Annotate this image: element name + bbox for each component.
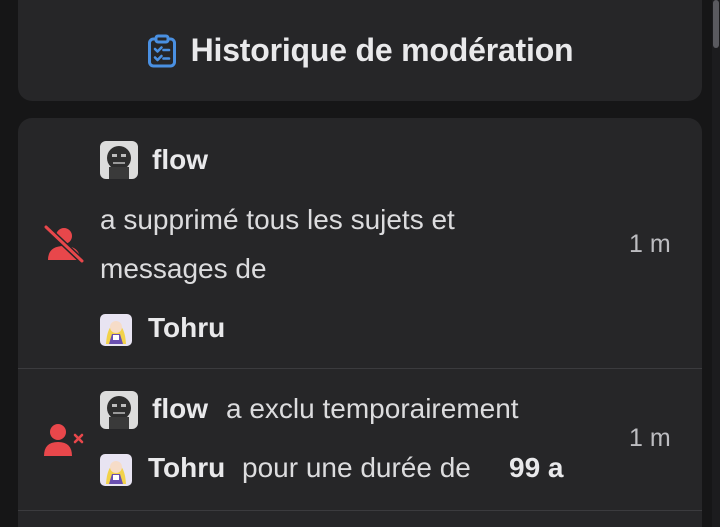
log-entry[interactable]: flow a exclu temporairement Tohru pour u…	[18, 369, 702, 510]
moderator-name[interactable]: flow	[152, 393, 208, 425]
clipboard-list-icon	[147, 34, 177, 68]
page-title: Historique de modération	[190, 32, 574, 68]
action-text: a exclu temporairement	[226, 393, 519, 424]
avatar[interactable]	[100, 314, 132, 346]
action-text: messages de	[100, 253, 267, 284]
target-user-name[interactable]: Tohru	[148, 312, 225, 344]
scrollbar-thumb[interactable]	[713, 0, 719, 48]
timestamp: 1 m	[629, 424, 671, 452]
duration-value: 99 a	[509, 452, 564, 483]
scrollbar[interactable]	[712, 0, 720, 527]
avatar[interactable]	[100, 391, 138, 429]
avatar[interactable]	[100, 141, 138, 179]
moderator-name[interactable]: flow	[152, 144, 208, 176]
avatar[interactable]	[100, 454, 132, 486]
user-ban-icon	[42, 422, 88, 465]
user-slash-icon	[42, 224, 86, 269]
timestamp: 1 m	[629, 230, 671, 258]
log-entry[interactable]: flow a supprimé tous les sujets et messa…	[18, 118, 702, 368]
target-user-name[interactable]: Tohru	[148, 452, 225, 484]
action-text: a supprimé tous les sujets et	[100, 204, 455, 235]
moderation-history-header: Historique de modération	[18, 0, 702, 101]
duration-text: pour une durée de	[242, 452, 471, 483]
divider	[18, 510, 702, 511]
moderation-log-list: flow a supprimé tous les sujets et messa…	[18, 118, 702, 527]
